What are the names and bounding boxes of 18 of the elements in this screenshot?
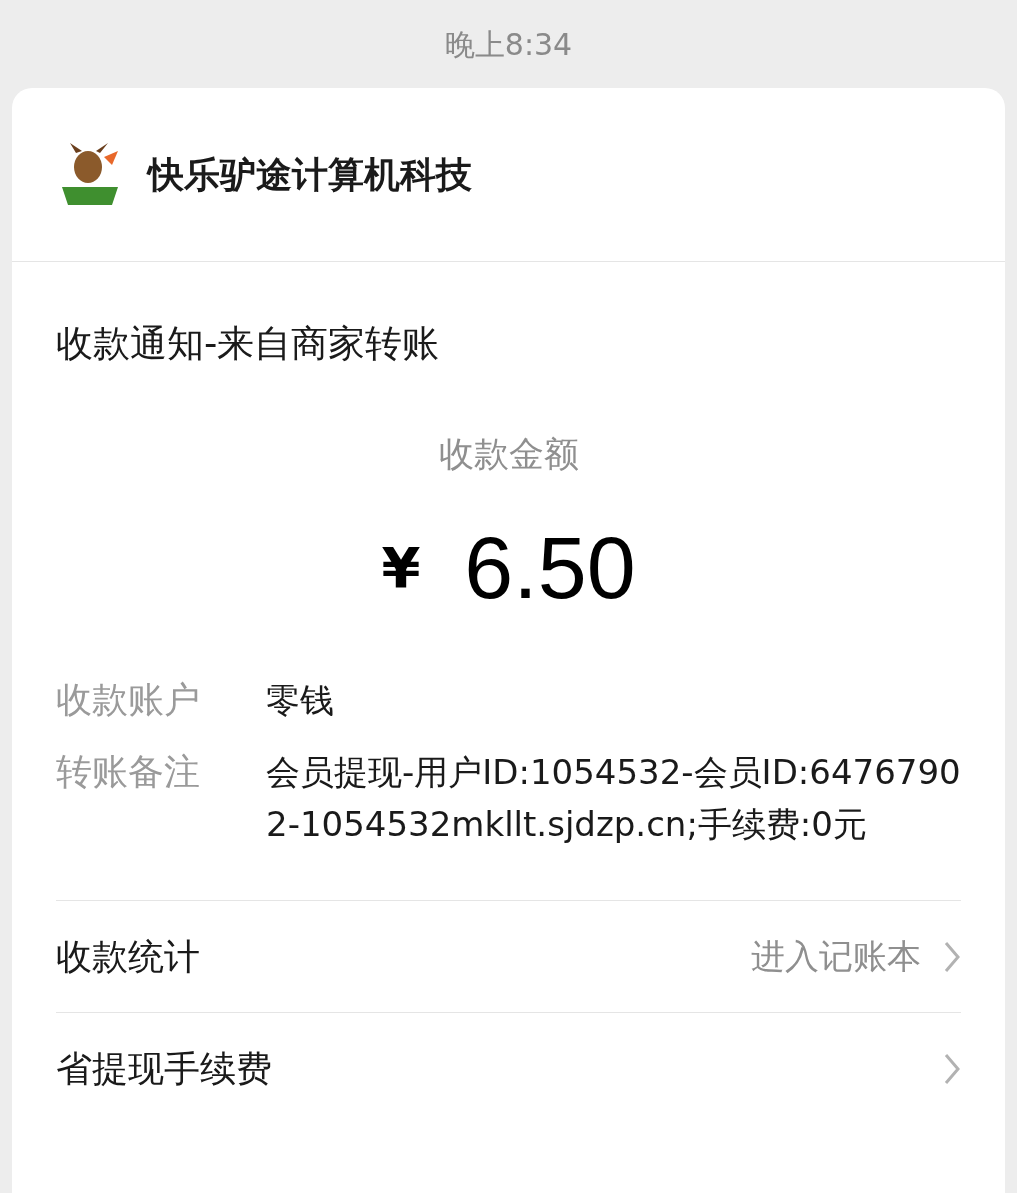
field-label: 转账备注 <box>56 750 201 794</box>
field-value: 会员提现-用户ID:1054532-会员ID:64767902-1054532mkllt.sjdzp.cn;手续费:0元 <box>266 751 961 846</box>
currency-symbol: ¥ <box>381 534 421 602</box>
row-label: 收款统计 <box>56 934 201 979</box>
notice-title: 收款通知-来自商家转账 <box>56 321 441 367</box>
row-label: 省提现手续费 <box>56 1047 273 1091</box>
menu-row[interactable]: 收款统计 进入记账本 <box>56 901 961 1013</box>
field-value: 零钱 <box>266 679 335 722</box>
amount-value: 6.50 <box>464 517 636 619</box>
logo-icon <box>60 142 120 207</box>
chevron-right-icon <box>943 939 961 974</box>
row-action: 进入记账本 <box>751 935 921 978</box>
amount-label: 收款金额 <box>438 432 579 476</box>
menu-row[interactable]: 省提现手续费 <box>56 1013 961 1125</box>
field-label: 收款账户 <box>56 678 201 722</box>
merchant-name: 快乐驴途计算机科技 <box>148 152 472 197</box>
status-time: 晚上8:34 <box>444 25 573 64</box>
chevron-right-icon <box>943 1052 961 1086</box>
